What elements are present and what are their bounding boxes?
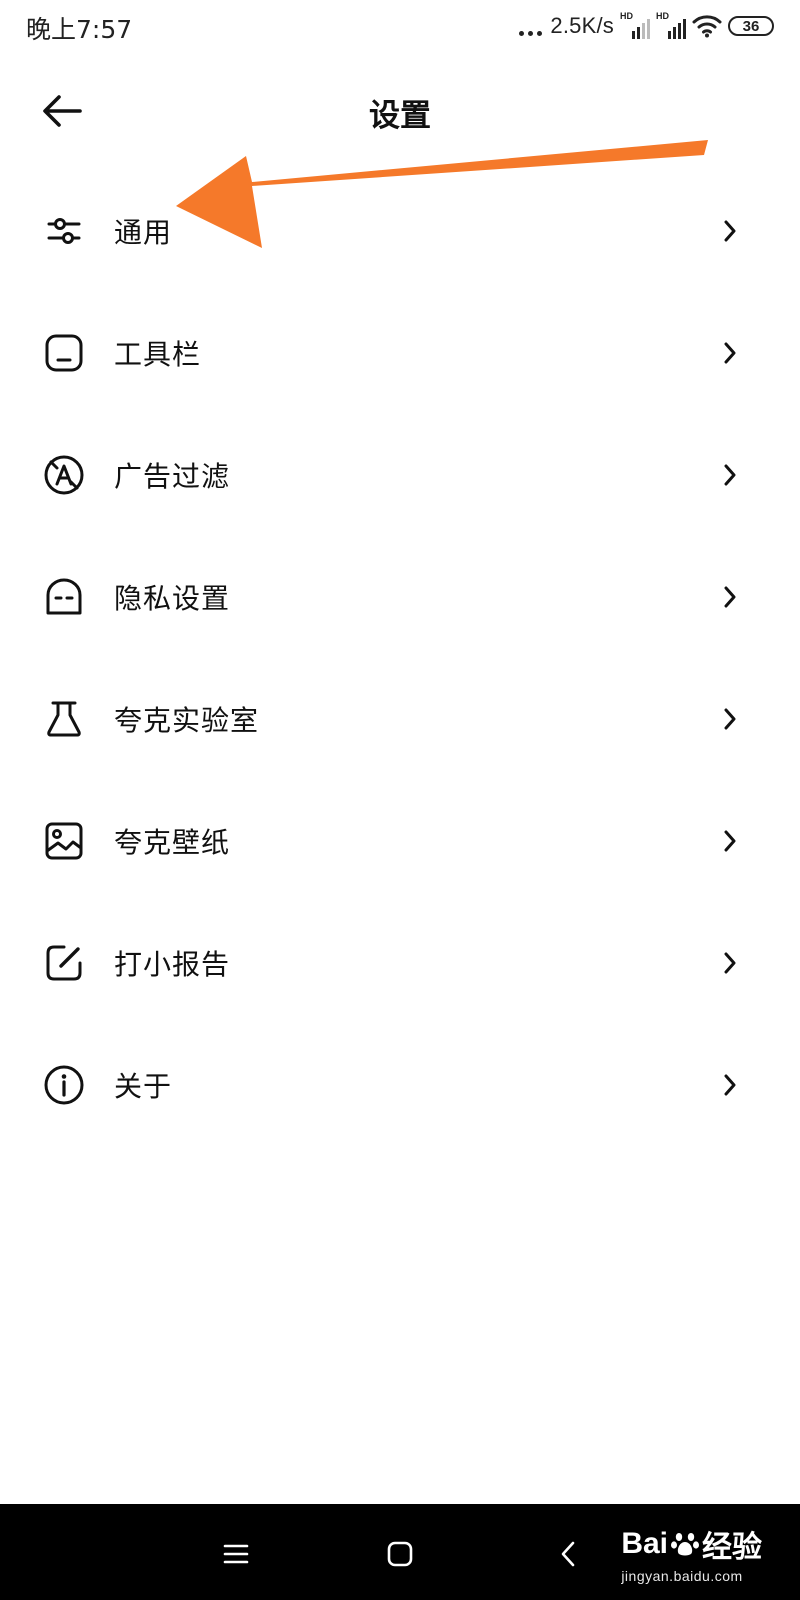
menu-label-report: 打小报告: [114, 948, 231, 981]
signal-sim1-icon: HD: [620, 11, 650, 39]
battery-indicator: 36: [728, 16, 774, 36]
menu-item-wallpaper[interactable]: 夸克壁纸: [0, 780, 800, 902]
status-indicators: 2.5K/s HD HD 36: [519, 11, 774, 40]
settings-screen: 晚上7:57 2.5K/s HD HD 36 设置 通用 工具栏 广告过滤 隐私…: [0, 0, 800, 1600]
chevron-right-icon: [722, 463, 738, 487]
chevron-right-icon: [722, 707, 738, 731]
menu-label-about: 关于: [114, 1070, 173, 1103]
info-icon: [42, 1063, 86, 1107]
wifi-icon: [692, 15, 722, 38]
chevron-right-icon: [722, 585, 738, 609]
chevron-right-icon: [722, 829, 738, 853]
menu-label-wallpaper: 夸克壁纸: [114, 826, 231, 859]
menu-label-lab: 夸克实验室: [114, 704, 260, 737]
signal-sim2-icon: HD: [656, 11, 686, 39]
watermark-brand-text: Bai: [621, 1527, 668, 1560]
menu-label-ad-filter: 广告过滤: [114, 460, 231, 493]
menu-item-privacy[interactable]: 隐私设置: [0, 536, 800, 658]
status-time: 晚上7:57: [26, 15, 133, 44]
top-app-bar: 设置: [0, 60, 800, 160]
ad-block-icon: [42, 453, 86, 497]
settings-menu-list: 通用 工具栏 广告过滤 隐私设置 夸克实验室 夸克壁纸 打小报告 关于: [0, 170, 800, 1146]
sliders-icon: [42, 209, 86, 253]
paw-icon: [671, 1533, 699, 1556]
menu-label-general: 通用: [114, 216, 173, 249]
system-nav-bar: Bai 经验 jingyan.baidu.com: [0, 1504, 800, 1600]
watermark-brand-suffix: 经验: [702, 1531, 762, 1564]
page-title: 设置: [369, 98, 431, 134]
menu-item-about[interactable]: 关于: [0, 1024, 800, 1146]
network-speed: 2.5K/s: [550, 13, 614, 38]
baidu-jingyan-watermark: Bai 经验 jingyan.baidu.com: [621, 1522, 762, 1584]
status-bar: 晚上7:57 2.5K/s HD HD 36: [0, 0, 800, 52]
chevron-right-icon: [722, 341, 738, 365]
menu-label-toolbar: 工具栏: [114, 338, 202, 371]
watermark-brand: Bai 经验: [621, 1522, 762, 1566]
toolbar-icon: [42, 331, 86, 375]
home-square-icon: [387, 1541, 413, 1567]
feedback-edit-icon: [42, 941, 86, 985]
chevron-right-icon: [722, 219, 738, 243]
recents-button[interactable]: [214, 1532, 258, 1576]
chevron-right-icon: [722, 1073, 738, 1097]
image-icon: [42, 819, 86, 863]
chevron-right-icon: [722, 951, 738, 975]
more-dots-icon: [519, 16, 543, 36]
menu-item-toolbar[interactable]: 工具栏: [0, 292, 800, 414]
home-button[interactable]: [378, 1532, 422, 1576]
menu-item-report[interactable]: 打小报告: [0, 902, 800, 1024]
menu-item-lab[interactable]: 夸克实验室: [0, 658, 800, 780]
privacy-mask-icon: [42, 575, 86, 619]
menu-item-general[interactable]: 通用: [0, 170, 800, 292]
menu-label-privacy: 隐私设置: [114, 582, 231, 615]
back-triangle-icon: [561, 1541, 575, 1567]
system-back-button[interactable]: [546, 1532, 590, 1576]
menu-item-ad-filter[interactable]: 广告过滤: [0, 414, 800, 536]
watermark-url: jingyan.baidu.com: [621, 1568, 743, 1584]
flask-icon: [42, 697, 86, 741]
menu-icon: [223, 1544, 249, 1564]
